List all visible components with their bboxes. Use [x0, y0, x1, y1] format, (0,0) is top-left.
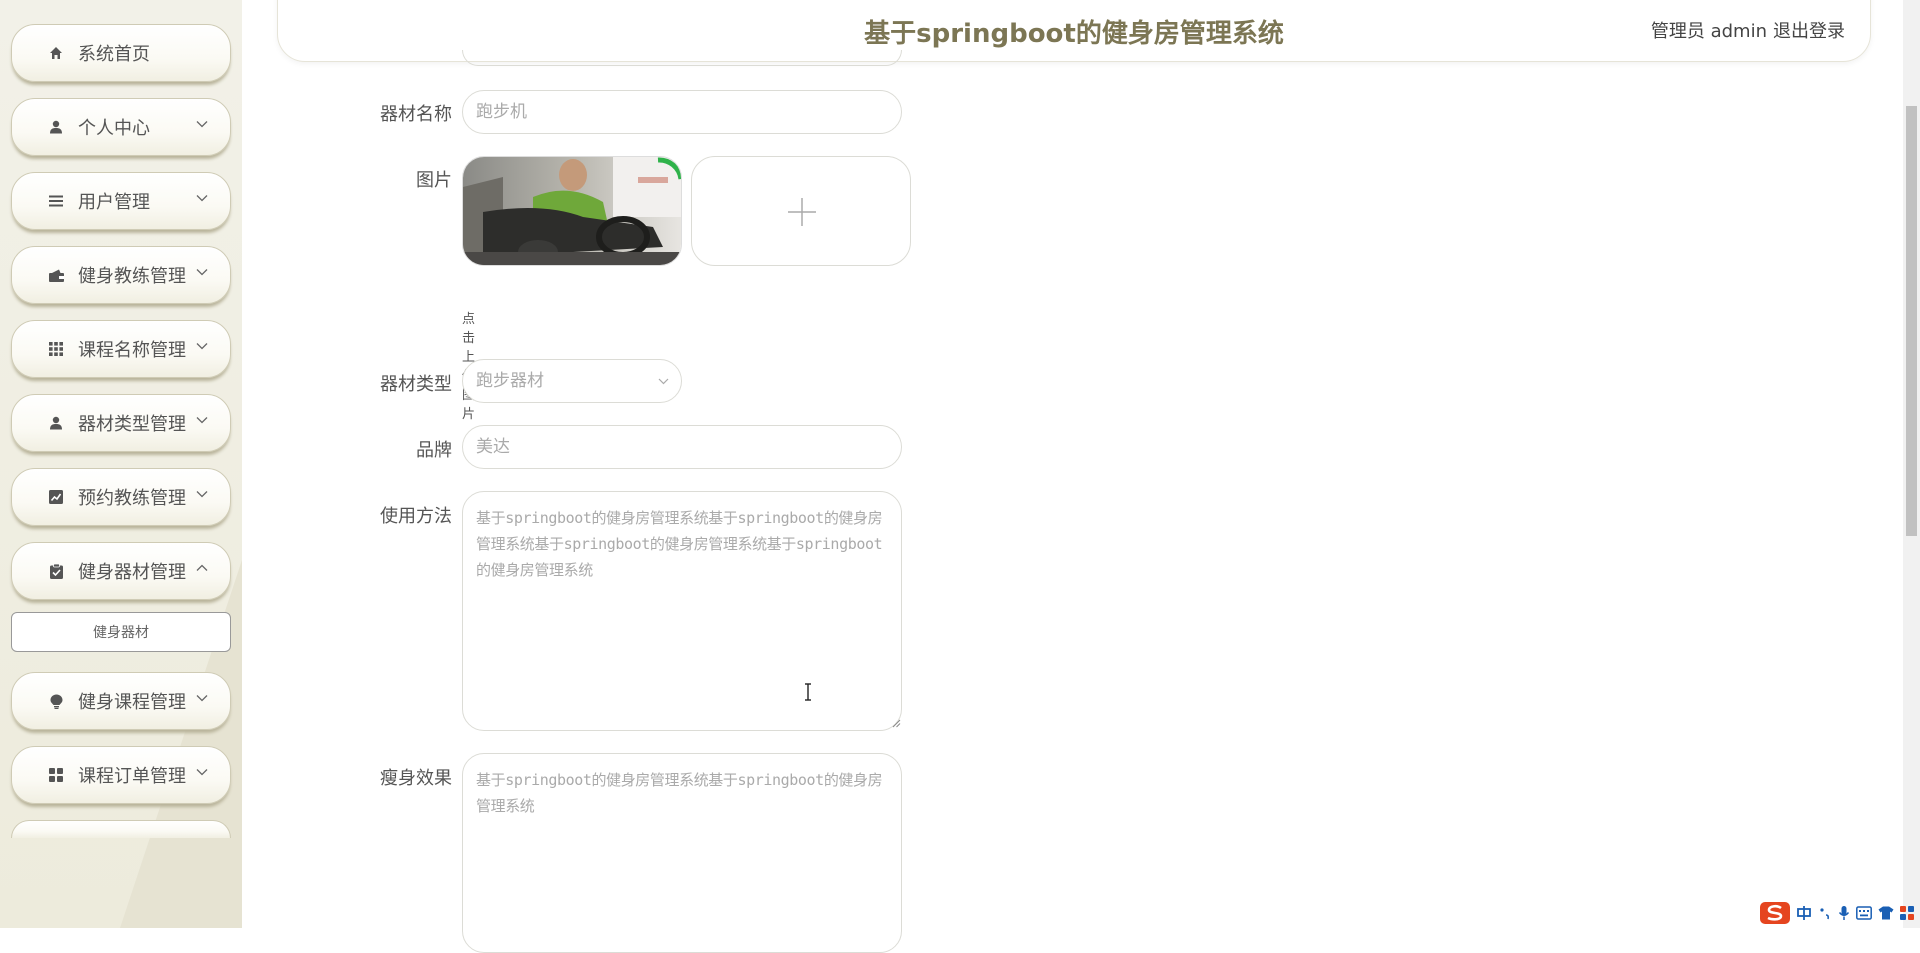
equipment-type-select[interactable]: 跑步器材 [462, 359, 682, 403]
list-icon [48, 193, 64, 209]
field-label: 器材名称 [380, 104, 452, 125]
resize-handle-icon[interactable] [892, 719, 901, 728]
equipment-name-input[interactable]: 跑步机 [462, 90, 902, 134]
wallet-icon [48, 267, 64, 283]
slimming-effect-textarea[interactable]: 基于springboot的健身房管理系统基于springboot的健身房管理系统 [462, 753, 902, 953]
gym-photo-image [463, 157, 681, 265]
sidebar-item-label: 器材类型管理 [78, 414, 186, 435]
sidebar-item-label: 课程名称管理 [78, 340, 186, 361]
page-title: 基于springboot的健身房管理系统 [864, 19, 1284, 49]
field-label: 器材类型 [380, 374, 452, 395]
apps-icon [48, 767, 64, 783]
toolbox-grid-icon[interactable] [1900, 906, 1914, 920]
home-icon [48, 45, 64, 61]
field-label: 使用方法 [380, 506, 452, 527]
brand-input[interactable]: 美达 [462, 425, 902, 469]
microphone-icon[interactable] [1838, 905, 1850, 921]
clipboard-icon [48, 563, 64, 579]
chart-icon [48, 489, 64, 505]
field-label: 图片 [416, 170, 452, 191]
field-label: 品牌 [416, 440, 452, 461]
chevron-down-icon [658, 378, 669, 385]
sidebar: 系统首页 个人中心 用户管理 健身教练管理 课程名称管理 器材类型管理 预约教练… [0, 0, 242, 928]
select-value: 跑步器材 [476, 371, 544, 391]
chevron-down-icon [196, 769, 208, 776]
logout-link[interactable]: 退出登录 [1773, 17, 1845, 43]
chinese-mode-icon[interactable] [1796, 905, 1812, 921]
uploaded-image-thumbnail[interactable] [462, 156, 682, 266]
sidebar-item-label: 课程订单管理 [78, 766, 186, 787]
current-user: 管理员 admin [1650, 21, 1767, 42]
chevron-down-icon [196, 195, 208, 202]
keyboard-icon[interactable] [1856, 906, 1872, 920]
sidebar-item-course-management[interactable]: 健身课程管理 [11, 672, 231, 730]
sidebar-item-label: 预约教练管理 [78, 488, 186, 509]
chevron-down-icon [196, 491, 208, 498]
punctuation-icon[interactable] [1818, 905, 1832, 921]
user-icon [48, 119, 64, 135]
grid-icon [48, 341, 64, 357]
sidebar-item-partial[interactable] [11, 820, 231, 838]
sidebar-item-coach-booking-management[interactable]: 预约教练管理 [11, 468, 231, 526]
sidebar-item-course-order-management[interactable]: 课程订单管理 [11, 746, 231, 804]
sidebar-item-label: 系统首页 [78, 44, 150, 65]
sidebar-item-label: 健身教练管理 [78, 266, 186, 287]
plus-icon [788, 198, 816, 226]
sidebar-item-personal-center[interactable]: 个人中心 [11, 98, 231, 156]
chevron-down-icon [196, 343, 208, 350]
chevron-up-icon [196, 564, 208, 571]
usage-method-textarea[interactable]: 基于springboot的健身房管理系统基于springboot的健身房管理系统… [462, 491, 902, 731]
chevron-down-icon [196, 695, 208, 702]
add-image-button[interactable] [691, 156, 911, 266]
sidebar-item-label: 健身课程管理 [78, 692, 186, 713]
submenu-item-equipment[interactable]: 健身器材 [11, 612, 231, 652]
chevron-down-icon [196, 121, 208, 128]
previous-field-partial [462, 50, 902, 66]
sidebar-item-course-name-management[interactable]: 课程名称管理 [11, 320, 231, 378]
sogou-logo-icon[interactable] [1760, 902, 1790, 924]
sidebar-item-home[interactable]: 系统首页 [11, 24, 231, 82]
sidebar-item-label: 个人中心 [78, 118, 150, 139]
sidebar-item-coach-management[interactable]: 健身教练管理 [11, 246, 231, 304]
user-icon [48, 415, 64, 431]
ime-toolbar [1760, 902, 1914, 924]
sidebar-item-user-management[interactable]: 用户管理 [11, 172, 231, 230]
text-cursor-icon [805, 683, 811, 701]
sidebar-menu: 系统首页 个人中心 用户管理 健身教练管理 课程名称管理 器材类型管理 预约教练… [11, 24, 231, 838]
chevron-down-icon [196, 417, 208, 424]
bulb-icon [48, 693, 64, 709]
sidebar-item-equipment-management[interactable]: 健身器材管理 [11, 542, 231, 600]
chevron-down-icon [196, 269, 208, 276]
sidebar-item-equipment-type-management[interactable]: 器材类型管理 [11, 394, 231, 452]
scrollbar-thumb[interactable] [1906, 106, 1917, 536]
sidebar-item-label: 用户管理 [78, 192, 150, 213]
skin-shirt-icon[interactable] [1878, 906, 1894, 920]
field-label: 瘦身效果 [380, 768, 452, 789]
page-scrollbar[interactable] [1903, 0, 1920, 928]
sidebar-item-label: 健身器材管理 [78, 562, 186, 583]
